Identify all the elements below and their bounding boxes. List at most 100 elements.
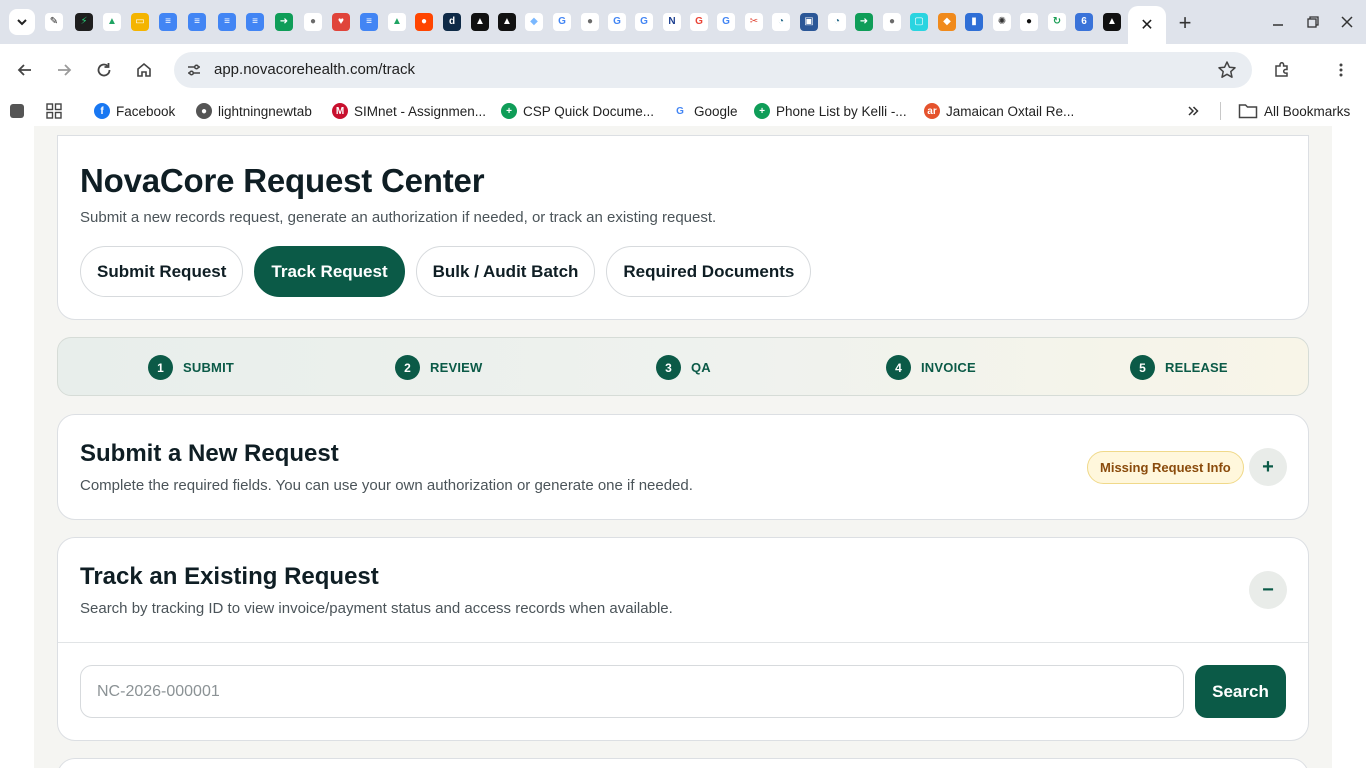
- bookmark-favicon-icon: G: [672, 103, 688, 119]
- forward-button[interactable]: [49, 55, 79, 85]
- tab-track-request[interactable]: Track Request: [254, 246, 405, 297]
- url-text[interactable]: app.novacorehealth.com/track: [214, 61, 415, 78]
- bookmarks-separator: [1220, 102, 1221, 120]
- bookmark-item[interactable]: f Facebook: [94, 101, 175, 121]
- script-app-icon[interactable]: ✎: [45, 13, 63, 31]
- globe-icon[interactable]: ●: [304, 13, 322, 31]
- gem-app-icon[interactable]: ◆: [525, 13, 543, 31]
- tab-bulk-audit-batch[interactable]: Bulk / Audit Batch: [415, 246, 596, 297]
- reddit-icon[interactable]: ●: [415, 13, 433, 31]
- google-icon[interactable]: G: [635, 13, 653, 31]
- tab-search-button[interactable]: [9, 9, 35, 35]
- next-section-card: [57, 758, 1309, 768]
- google-meet-icon[interactable]: ➜: [855, 13, 873, 31]
- double-chevron-right-icon: [1188, 106, 1199, 116]
- bookmark-item[interactable]: M SIMnet - Assignmen...: [332, 101, 486, 121]
- d-app-icon[interactable]: d: [443, 13, 461, 31]
- all-bookmarks-label: All Bookmarks: [1264, 103, 1351, 119]
- browser-menu-button[interactable]: [1326, 55, 1356, 85]
- step-label: QA: [691, 360, 711, 375]
- collapse-track-section-button[interactable]: −: [1249, 571, 1287, 609]
- step-invoice: 4 INVOICE: [886, 355, 976, 380]
- google-docs-icon[interactable]: ≡: [360, 13, 378, 31]
- google-docs-icon[interactable]: ≡: [188, 13, 206, 31]
- step-label: RELEASE: [1165, 360, 1228, 375]
- bookmark-item[interactable]: G Google: [672, 101, 738, 121]
- google-meet-icon[interactable]: ➜: [275, 13, 293, 31]
- bookmark-favicon-icon: ar: [924, 103, 940, 119]
- bookmark-item[interactable]: ar Jamaican Oxtail Re...: [924, 101, 1074, 121]
- scissors-app-icon[interactable]: ✂: [745, 13, 763, 31]
- extensions-button[interactable]: [1267, 55, 1297, 85]
- google-icon[interactable]: G: [690, 13, 708, 31]
- bookmark-app-icon[interactable]: ▮: [965, 13, 983, 31]
- google-drive-icon[interactable]: ▲: [103, 13, 121, 31]
- tracking-id-input[interactable]: [80, 665, 1184, 718]
- tab-required-documents[interactable]: Required Documents: [606, 246, 812, 297]
- page-viewport: NovaCore Request Center Submit a new rec…: [0, 126, 1366, 768]
- bookmark-label: SIMnet - Assignmen...: [354, 103, 487, 119]
- triangle-app-icon[interactable]: ▲: [498, 13, 516, 31]
- bookmark-item[interactable]: + Phone List by Kelli -...: [754, 101, 907, 121]
- globe-icon[interactable]: ●: [883, 13, 901, 31]
- site-info-button[interactable]: [182, 58, 206, 82]
- back-button[interactable]: [10, 55, 40, 85]
- window-app-icon[interactable]: ▣: [800, 13, 818, 31]
- search-button[interactable]: Search: [1195, 665, 1286, 718]
- google-docs-icon[interactable]: ≡: [159, 13, 177, 31]
- bookmark-star-button[interactable]: [1216, 59, 1238, 81]
- square-app-icon[interactable]: ▢: [910, 13, 928, 31]
- github-icon[interactable]: ●: [1020, 13, 1038, 31]
- home-button[interactable]: [129, 55, 159, 85]
- google-slides-icon[interactable]: ▭: [131, 13, 149, 31]
- triangle-app-icon[interactable]: ▲: [471, 13, 489, 31]
- bolt-app-icon[interactable]: ⚡: [75, 13, 93, 31]
- gauge-app-icon[interactable]: ◔: [828, 13, 846, 31]
- gauge-app-icon[interactable]: ◔: [772, 13, 790, 31]
- tab-submit-request[interactable]: Submit Request: [80, 246, 244, 297]
- triangle-app-icon[interactable]: ▲: [1103, 13, 1121, 31]
- bookmark-app-icon-button[interactable]: [10, 101, 24, 121]
- google-docs-icon[interactable]: ≡: [218, 13, 236, 31]
- restore-button[interactable]: [1298, 8, 1328, 36]
- expand-submit-section-button[interactable]: +: [1249, 448, 1287, 486]
- google-icon[interactable]: G: [717, 13, 735, 31]
- bookmark-item[interactable]: ● lightningnewtab: [196, 101, 312, 121]
- page-subtitle: Submit a new records request, generate a…: [80, 209, 717, 226]
- minimize-button[interactable]: [1263, 8, 1293, 36]
- browser-tab-strip: ✎ ⚡ ▲ ▭ ≡ ≡ ≡ ≡ ➜ ● ♥ ≡ ▲ ● d ▲ ▲ ◆ G ● G G N G G ✂ ◔ ▣ ◔ ➜ ● ▢ ◆ ▮ ✺ ● ↻ 6 ▲ …: [0, 0, 1366, 44]
- address-bar[interactable]: app.novacorehealth.com/track: [174, 52, 1252, 88]
- star-icon: [1218, 61, 1236, 78]
- submit-section-title: Submit a New Request: [80, 440, 339, 467]
- n-app-icon[interactable]: N: [663, 13, 681, 31]
- six-app-icon[interactable]: 6: [1075, 13, 1093, 31]
- apps-grid-button[interactable]: [46, 101, 62, 121]
- step-number: 2: [395, 355, 420, 380]
- missing-info-badge: Missing Request Info: [1087, 451, 1244, 484]
- box-app-icon[interactable]: ◆: [938, 13, 956, 31]
- track-section-subtitle: Search by tracking ID to view invoice/pa…: [80, 600, 673, 617]
- globe-icon[interactable]: ●: [581, 13, 599, 31]
- progress-stepper: 1 SUBMIT 2 REVIEW 3 QA 4 INVOICE 5 RELEASE: [57, 337, 1309, 396]
- close-window-button[interactable]: [1332, 8, 1362, 36]
- reload-button[interactable]: [89, 55, 119, 85]
- google-icon[interactable]: G: [553, 13, 571, 31]
- openai-icon[interactable]: ✺: [993, 13, 1011, 31]
- google-icon[interactable]: G: [608, 13, 626, 31]
- bookmark-label: Phone List by Kelli -...: [776, 103, 907, 119]
- new-tab-button[interactable]: +: [1172, 10, 1198, 36]
- google-drive-icon[interactable]: ▲: [388, 13, 406, 31]
- calendar-heart-icon[interactable]: ♥: [332, 13, 350, 31]
- more-bookmarks-button[interactable]: [1186, 101, 1200, 121]
- submit-request-section: Submit a New Request Complete the requir…: [57, 414, 1309, 520]
- bookmark-favicon-icon: M: [332, 103, 348, 119]
- tune-icon: [188, 64, 200, 76]
- bookmark-item[interactable]: + CSP Quick Docume...: [501, 101, 654, 121]
- google-docs-icon[interactable]: ≡: [246, 13, 264, 31]
- arrow-right-icon: [58, 64, 72, 76]
- active-tab-close-button[interactable]: ✕: [1128, 6, 1166, 44]
- request-center-header-card: NovaCore Request Center Submit a new rec…: [57, 135, 1309, 320]
- all-bookmarks-button[interactable]: All Bookmarks: [1238, 101, 1350, 121]
- reload-icon: [97, 63, 111, 77]
- refresh-app-icon[interactable]: ↻: [1048, 13, 1066, 31]
